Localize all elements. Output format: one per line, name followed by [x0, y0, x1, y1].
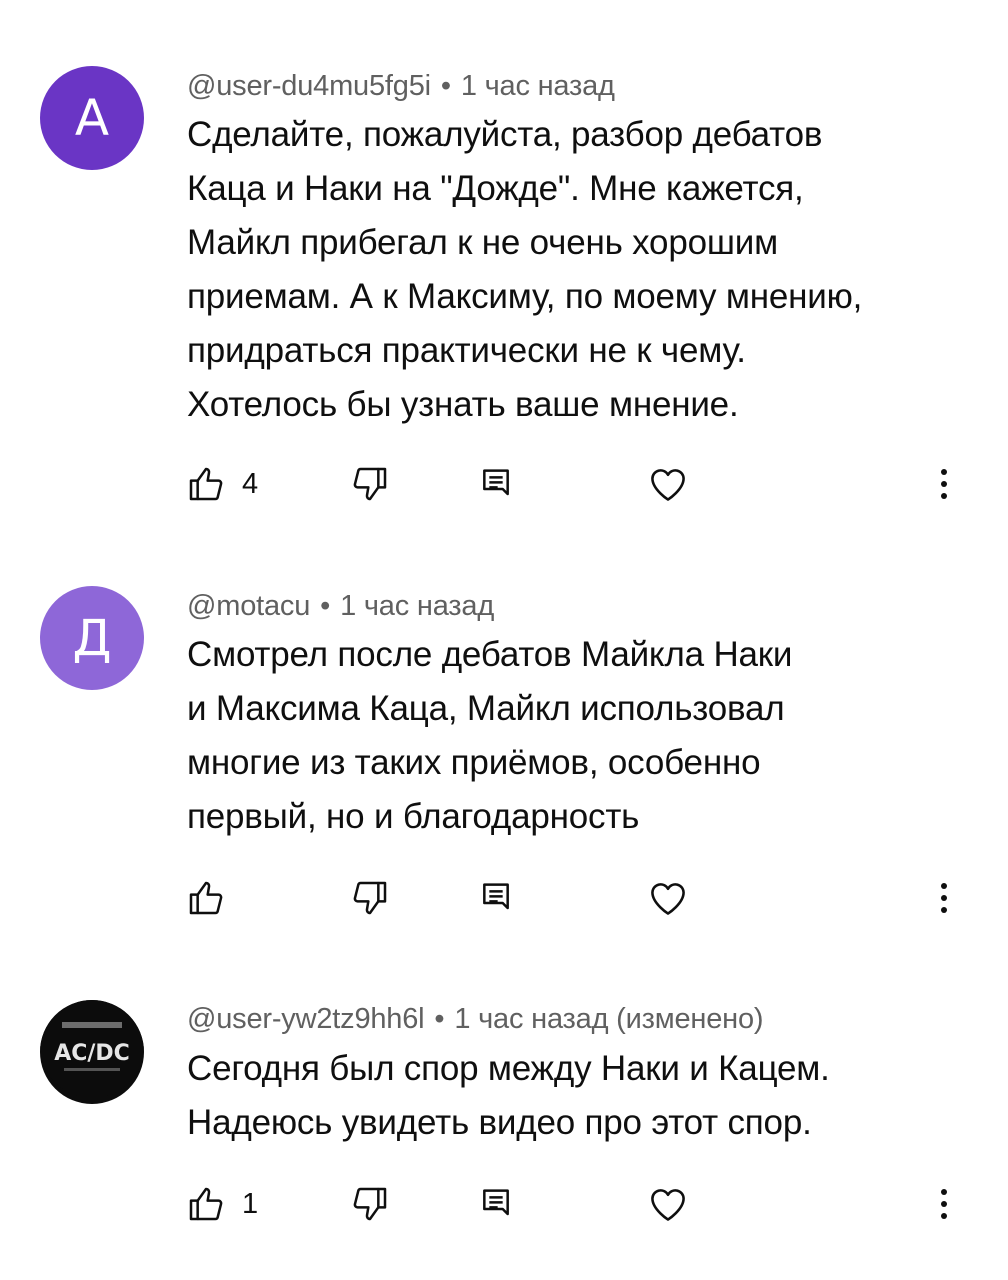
reply-icon — [476, 878, 516, 918]
comment-line: и Максима Каца, Майкл использовал — [187, 689, 785, 728]
heart-icon — [646, 462, 690, 506]
comment-line: Хотелось бы узнать ваше мнение. — [187, 385, 739, 424]
heart-icon — [646, 876, 690, 920]
thumb-up-icon — [186, 1184, 226, 1224]
comment-line: Майкл прибегал к не очень хорошим — [187, 223, 778, 262]
comment-actions: 4 — [0, 460, 1008, 508]
meta-separator: • — [434, 1003, 445, 1035]
acdc-logo-image: AC/DC — [40, 1000, 144, 1104]
reply-icon — [476, 1184, 516, 1224]
comment-line: приемам. А к Максиму, по моему мнению, — [187, 277, 863, 316]
thumb-down-icon — [350, 464, 390, 504]
author-handle[interactable]: @motacu — [187, 590, 310, 622]
comment-time: 1 час назад — [340, 590, 495, 622]
avatar[interactable]: AC/DC — [40, 1000, 144, 1104]
heart-button[interactable] — [646, 1180, 690, 1228]
more-vertical-icon — [928, 1184, 960, 1224]
comment-time: 1 час назад — [460, 70, 615, 102]
comment-text: Сделайте, пожалуйста, разбор дебатов Кац… — [187, 108, 957, 432]
heart-icon — [646, 1182, 690, 1226]
more-vertical-icon — [928, 878, 960, 918]
comment-line: придраться практически не к чему. — [187, 331, 746, 370]
thumb-down-icon — [350, 1184, 390, 1224]
comment-line: первый, но и благодарность — [187, 797, 640, 836]
like-button[interactable] — [186, 874, 242, 922]
dislike-button[interactable] — [350, 874, 390, 922]
reply-button[interactable] — [476, 1180, 516, 1228]
comment-line: Надеюсь увидеть видео про этот спор. — [187, 1103, 812, 1142]
comment-time: 1 час назад (изменено) — [454, 1003, 764, 1035]
comment-actions: 1 — [0, 1180, 1008, 1228]
heart-button[interactable] — [646, 874, 690, 922]
reply-icon — [476, 464, 516, 504]
comment-line: Сделайте, пожалуйста, разбор дебатов — [187, 115, 823, 154]
more-options-button[interactable] — [928, 874, 960, 922]
dislike-button[interactable] — [350, 1180, 390, 1228]
author-handle[interactable]: @user-du4mu5fg5i — [187, 70, 431, 102]
more-options-button[interactable] — [928, 1180, 960, 1228]
heart-button[interactable] — [646, 460, 690, 508]
reply-button[interactable] — [476, 874, 516, 922]
comment-meta: @user-yw2tz9hh6l • 1 час назад (изменено) — [187, 1003, 764, 1036]
comment-line: многие из таких приёмов, особенно — [187, 743, 761, 782]
logo-text: AC/DC — [54, 1041, 130, 1066]
like-button[interactable]: 4 — [186, 460, 258, 508]
author-handle[interactable]: @user-yw2tz9hh6l — [187, 1003, 425, 1035]
reply-button[interactable] — [476, 460, 516, 508]
comment-line: Каца и Наки на "Дожде". Мне кажется, — [187, 169, 804, 208]
comment-line: Смотрел после дебатов Майкла Наки — [187, 635, 793, 674]
comment-text: Смотрел после дебатов Майкла Наки и Макс… — [187, 628, 957, 844]
thumb-up-icon — [186, 464, 226, 504]
more-vertical-icon — [928, 464, 960, 504]
dislike-button[interactable] — [350, 460, 390, 508]
comment-line: Сегодня был спор между Наки и Кацем. — [187, 1049, 830, 1088]
like-button[interactable]: 1 — [186, 1180, 258, 1228]
avatar-letter: А — [74, 89, 110, 147]
comment-meta: @user-du4mu5fg5i • 1 час назад — [187, 70, 615, 103]
meta-separator: • — [320, 590, 331, 622]
comment-text: Сегодня был спор между Наки и Кацем. Над… — [187, 1042, 957, 1150]
thumb-up-icon — [186, 878, 226, 918]
avatar[interactable]: А — [40, 66, 144, 170]
avatar[interactable]: Д — [40, 586, 144, 690]
avatar-letter: Д — [72, 609, 112, 667]
meta-separator: • — [440, 70, 451, 102]
like-count: 1 — [242, 1187, 259, 1220]
thumb-down-icon — [350, 878, 390, 918]
comment-actions — [0, 874, 1008, 922]
comment-meta: @motacu • 1 час назад — [187, 590, 494, 623]
like-count: 4 — [242, 467, 259, 500]
more-options-button[interactable] — [928, 460, 960, 508]
